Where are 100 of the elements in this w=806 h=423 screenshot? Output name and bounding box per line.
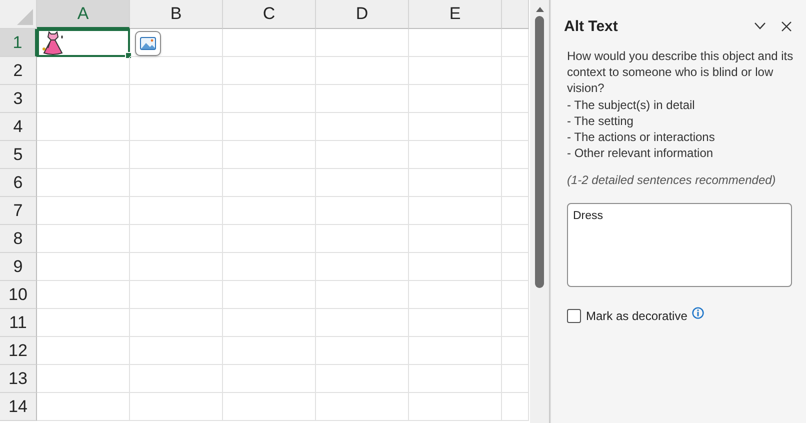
table-cell[interactable] bbox=[316, 141, 409, 169]
table-cell[interactable] bbox=[502, 337, 529, 365]
table-cell[interactable] bbox=[409, 281, 502, 309]
table-cell[interactable] bbox=[502, 29, 529, 57]
table-cell[interactable] bbox=[130, 253, 223, 281]
table-cell[interactable] bbox=[409, 309, 502, 337]
row-header[interactable]: 14 bbox=[0, 393, 37, 421]
row-header[interactable]: 8 bbox=[0, 225, 37, 253]
row-header[interactable]: 4 bbox=[0, 113, 37, 141]
table-cell[interactable] bbox=[130, 337, 223, 365]
table-cell[interactable] bbox=[316, 337, 409, 365]
row-header[interactable]: 7 bbox=[0, 197, 37, 225]
table-cell[interactable] bbox=[223, 309, 316, 337]
select-all-icon[interactable] bbox=[17, 9, 33, 25]
table-cell[interactable] bbox=[37, 141, 130, 169]
column-header[interactable] bbox=[502, 0, 529, 29]
table-cell[interactable] bbox=[316, 253, 409, 281]
table-cell[interactable] bbox=[316, 57, 409, 85]
table-cell[interactable] bbox=[502, 253, 529, 281]
table-cell[interactable] bbox=[316, 113, 409, 141]
table-cell[interactable] bbox=[223, 169, 316, 197]
table-cell[interactable] bbox=[502, 113, 529, 141]
row-header[interactable]: 9 bbox=[0, 253, 37, 281]
table-cell[interactable] bbox=[409, 393, 502, 421]
table-cell[interactable] bbox=[409, 197, 502, 225]
table-cell[interactable] bbox=[37, 393, 130, 421]
table-cell[interactable] bbox=[223, 197, 316, 225]
table-cell[interactable] bbox=[223, 365, 316, 393]
row-header[interactable]: 2 bbox=[0, 57, 37, 85]
table-cell[interactable] bbox=[130, 141, 223, 169]
table-cell[interactable] bbox=[130, 169, 223, 197]
table-cell[interactable] bbox=[130, 281, 223, 309]
row-header[interactable]: 10 bbox=[0, 281, 37, 309]
table-cell[interactable] bbox=[409, 365, 502, 393]
dress-drawing[interactable] bbox=[40, 30, 66, 56]
table-cell[interactable] bbox=[37, 169, 130, 197]
table-cell[interactable] bbox=[502, 309, 529, 337]
table-cell[interactable] bbox=[130, 365, 223, 393]
column-header[interactable]: D bbox=[316, 0, 409, 29]
table-cell[interactable] bbox=[502, 197, 529, 225]
table-cell[interactable] bbox=[409, 57, 502, 85]
row-header[interactable]: 1 bbox=[0, 29, 37, 57]
table-cell[interactable] bbox=[409, 253, 502, 281]
table-cell[interactable] bbox=[37, 253, 130, 281]
table-cell[interactable] bbox=[130, 197, 223, 225]
table-cell[interactable] bbox=[37, 57, 130, 85]
table-cell[interactable] bbox=[130, 309, 223, 337]
table-cell[interactable] bbox=[316, 197, 409, 225]
table-cell[interactable] bbox=[502, 141, 529, 169]
row-header[interactable]: 12 bbox=[0, 337, 37, 365]
table-cell[interactable] bbox=[223, 225, 316, 253]
table-cell[interactable] bbox=[316, 281, 409, 309]
table-cell[interactable] bbox=[223, 253, 316, 281]
table-cell[interactable] bbox=[502, 365, 529, 393]
table-cell[interactable] bbox=[223, 281, 316, 309]
table-cell[interactable] bbox=[316, 309, 409, 337]
table-cell[interactable] bbox=[316, 29, 409, 57]
scrollbar-thumb[interactable] bbox=[535, 16, 544, 288]
table-cell[interactable] bbox=[37, 197, 130, 225]
table-cell[interactable] bbox=[409, 85, 502, 113]
table-cell[interactable] bbox=[130, 57, 223, 85]
table-cell[interactable] bbox=[502, 85, 529, 113]
column-header[interactable]: A bbox=[37, 0, 130, 29]
table-cell[interactable] bbox=[37, 85, 130, 113]
table-cell[interactable] bbox=[502, 225, 529, 253]
table-cell[interactable] bbox=[409, 113, 502, 141]
column-header[interactable]: B bbox=[130, 0, 223, 29]
table-cell[interactable] bbox=[223, 337, 316, 365]
table-cell[interactable] bbox=[316, 169, 409, 197]
table-cell[interactable] bbox=[316, 85, 409, 113]
table-cell[interactable] bbox=[223, 29, 316, 57]
alt-text-field[interactable]: Dress bbox=[567, 203, 792, 288]
table-cell[interactable] bbox=[37, 113, 130, 141]
column-header[interactable]: C bbox=[223, 0, 316, 29]
table-cell[interactable] bbox=[130, 393, 223, 421]
info-icon[interactable] bbox=[692, 307, 704, 320]
table-cell[interactable] bbox=[37, 365, 130, 393]
row-header[interactable]: 11 bbox=[0, 309, 37, 337]
selected-cell[interactable] bbox=[37, 29, 130, 57]
table-cell[interactable] bbox=[409, 337, 502, 365]
table-cell[interactable] bbox=[130, 225, 223, 253]
row-header[interactable]: 3 bbox=[0, 85, 37, 113]
table-cell[interactable] bbox=[409, 169, 502, 197]
table-cell[interactable] bbox=[223, 57, 316, 85]
table-cell[interactable] bbox=[130, 85, 223, 113]
fill-handle[interactable] bbox=[125, 52, 132, 59]
alt-text-button[interactable] bbox=[135, 31, 161, 56]
table-cell[interactable] bbox=[316, 365, 409, 393]
scroll-up-icon[interactable] bbox=[534, 6, 544, 12]
row-header[interactable]: 5 bbox=[0, 141, 37, 169]
column-header[interactable]: E bbox=[409, 0, 502, 29]
table-cell[interactable] bbox=[223, 85, 316, 113]
table-cell[interactable] bbox=[223, 113, 316, 141]
table-cell[interactable] bbox=[37, 309, 130, 337]
table-cell[interactable] bbox=[37, 337, 130, 365]
table-cell[interactable] bbox=[316, 393, 409, 421]
checkbox[interactable] bbox=[567, 309, 581, 324]
row-header[interactable]: 13 bbox=[0, 365, 37, 393]
table-cell[interactable] bbox=[502, 169, 529, 197]
table-cell[interactable] bbox=[502, 57, 529, 85]
